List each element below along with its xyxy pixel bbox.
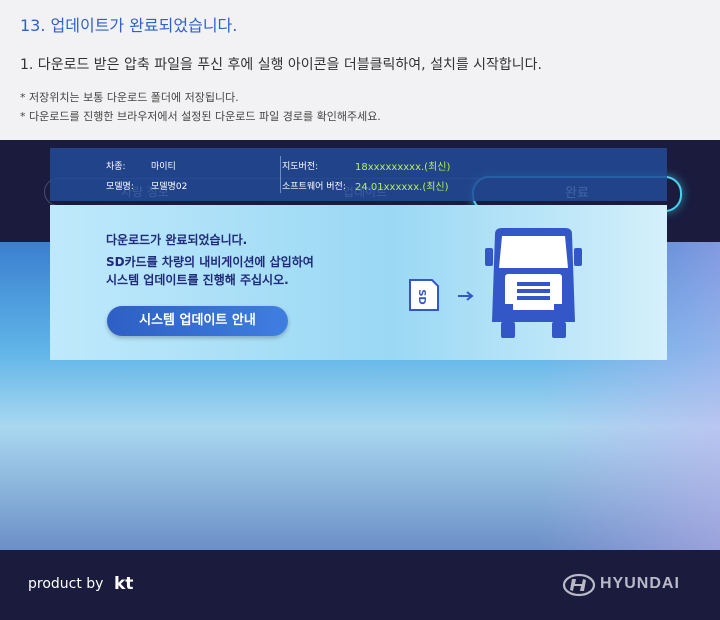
system-update-guide-button[interactable]: 시스템 업데이트 안내 xyxy=(107,306,288,336)
svg-text:SD: SD xyxy=(416,289,427,305)
sw-version-value: 24.01xxxxxx.(최신) xyxy=(355,182,449,193)
sd-to-truck-illustration: SD xyxy=(409,228,582,338)
download-complete-text: 다운로드가 완료되었습니다. xyxy=(106,233,248,247)
map-version-value: 18xxxxxxxxx.(최신) xyxy=(355,162,451,173)
hyundai-logo: HYUNDAI xyxy=(562,572,692,598)
model-label: 모델명: xyxy=(106,182,134,192)
footer: product by kt HYUNDAI xyxy=(0,550,720,620)
model-value: 모델명02 xyxy=(151,182,188,192)
step-title: 13. 업데이트가 완료되었습니다. xyxy=(20,16,238,35)
completion-card: 다운로드가 완료되었습니다. SD카드를 차량의 내비게이션에 삽입하여 시스템… xyxy=(50,205,667,360)
note-save-location: * 저장위치는 보통 다운로드 폴더에 저장됩니다. xyxy=(20,91,239,104)
kt-logo: kt xyxy=(114,574,134,594)
car-type-value: 마이티 xyxy=(151,162,176,172)
map-version-label: 지도버전: xyxy=(282,162,319,172)
info-divider xyxy=(280,156,281,193)
instruction-line-1: SD카드를 차량의 내비게이션에 삽입하여 xyxy=(106,255,314,269)
product-by-label: product by xyxy=(28,576,104,592)
instruction-line-2: 시스템 업데이트를 진행해 주십시오. xyxy=(106,273,289,287)
vehicle-info-panel: 차종: 마이티 모델명: 모델명02 지도버전: 18xxxxxxxxx.(최신… xyxy=(50,148,667,201)
arrow-right-icon xyxy=(458,291,474,301)
hyundai-wordmark: HYUNDAI xyxy=(600,575,680,592)
step-description: 1. 다운로드 받은 압축 파일을 푸신 후에 실행 아이콘을 더블클릭하여, … xyxy=(20,57,543,73)
guide-section: 13. 업데이트가 완료되었습니다. 1. 다운로드 받은 압축 파일을 푸신 … xyxy=(0,0,720,140)
sd-card-icon: SD xyxy=(409,279,439,311)
note-download-path: * 다운로드를 진행한 브라우저에서 설정된 다운로드 파일 경로를 확인해주세… xyxy=(20,110,381,123)
car-type-label: 차종: xyxy=(106,162,126,172)
sw-version-label: 소프트웨어 버전: xyxy=(282,182,346,192)
hyundai-logo-icon xyxy=(562,573,596,597)
truck-front-icon xyxy=(485,228,582,338)
